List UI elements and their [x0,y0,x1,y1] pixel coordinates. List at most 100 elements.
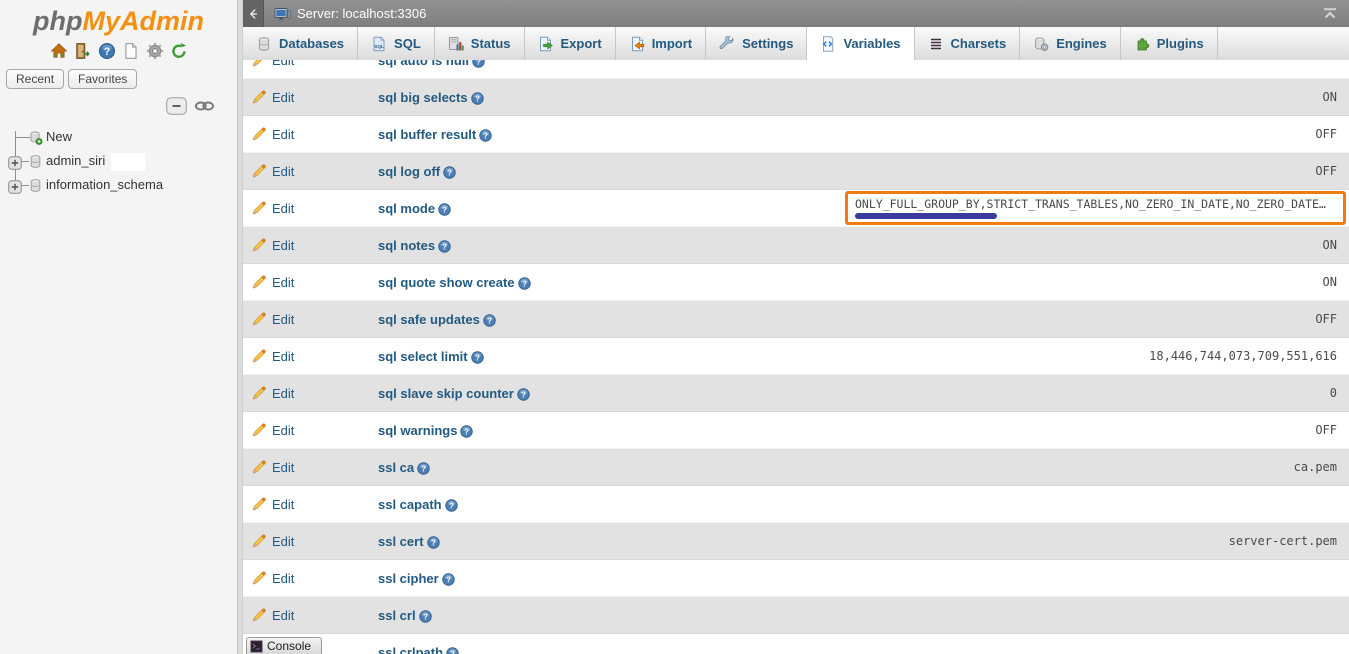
docs-icon[interactable] [122,42,140,60]
tab-plugins[interactable]: Plugins [1121,27,1218,60]
edit-label: Edit [272,201,294,216]
main-panel: Server: localhost:3306 Databases SQL SQL… [243,0,1349,654]
recent-button[interactable]: Recent [6,69,64,89]
edit-link[interactable]: Edit [243,570,378,586]
variable-name: sql select limit [378,349,468,364]
variable-value-cell: ONLY_FULL_GROUP_BY,STRICT_TRANS_TABLES,N… [845,191,1346,225]
wrench-icon [719,36,735,52]
edit-link[interactable]: Edit [243,422,378,438]
pencil-icon [251,385,267,401]
variable-value: ONLY_FULL_GROUP_BY,STRICT_TRANS_TABLES,N… [855,197,1341,211]
edit-link[interactable]: Edit [243,89,378,105]
tab-import[interactable]: Import [616,27,706,60]
edit-link[interactable]: Edit [243,126,378,142]
tab-label: Import [652,36,692,51]
help-badge-icon[interactable]: ? [419,610,432,623]
edit-link[interactable]: Edit [243,496,378,512]
variable-name-cell: sql buffer result ? [378,127,845,142]
variable-name-cell: sql log off ? [378,164,845,179]
logout-icon[interactable] [74,42,92,60]
edit-link[interactable]: Edit [243,385,378,401]
edit-link[interactable]: Edit [243,163,378,179]
variable-name: ssl capath [378,497,442,512]
edit-link[interactable]: Edit [243,60,378,68]
help-icon[interactable]: ? [98,42,116,60]
variable-name-cell: sql notes ? [378,238,845,253]
help-badge-icon[interactable]: ? [472,60,485,68]
edit-label: Edit [272,571,294,586]
help-badge-icon[interactable]: ? [427,536,440,549]
help-badge-icon[interactable]: ? [442,573,455,586]
tree-item-new[interactable]: New [0,125,237,149]
tree-item-information-schema[interactable]: information_schema [0,173,237,197]
plus-box-icon[interactable] [8,178,22,192]
help-badge-icon[interactable]: ? [518,277,531,290]
back-arrow-icon [246,7,260,21]
tab-label: SQL [394,36,421,51]
phpmyadmin-logo[interactable]: phpMyAdmin [0,0,237,37]
variable-row: Edit sql warnings ? OFF [243,412,1349,449]
help-badge-icon[interactable]: ? [517,388,530,401]
help-badge-icon[interactable]: ? [460,425,473,438]
pencil-icon [251,60,267,68]
selection-marker [855,213,997,219]
variable-row: Edit sql auto is null ? [243,60,1349,79]
collapse-navigation-button[interactable] [243,0,264,27]
link-with-main-panel-icon[interactable] [194,97,215,115]
variable-name: sql buffer result [378,127,476,142]
edit-link[interactable]: Edit [243,348,378,364]
help-badge-icon[interactable]: ? [445,499,458,512]
help-badge-icon[interactable]: ? [483,314,496,327]
svg-text:?: ? [442,242,447,251]
sidebar: phpMyAdmin ? Recent Favorites [0,0,237,654]
tree-item-admin-siri[interactable]: admin_siri [0,149,237,173]
variable-row: Edit sql log off ? OFF [243,153,1349,190]
refresh-icon[interactable] [170,42,188,60]
console-icon [250,640,263,653]
help-badge-icon[interactable]: ? [438,203,451,216]
tab-sql[interactable]: SQL SQL [358,27,435,60]
help-badge-icon[interactable]: ? [471,92,484,105]
edit-label: Edit [272,312,294,327]
export-icon [538,36,554,52]
server-breadcrumb[interactable]: Server: localhost:3306 [297,6,426,21]
variable-name-cell: sql mode ? [378,201,845,216]
variable-value: 18,446,744,073,709,551,616 [1149,349,1337,363]
help-badge-icon[interactable]: ? [438,240,451,253]
help-badge-icon[interactable]: ? [479,129,492,142]
plus-box-icon[interactable] [8,154,22,168]
svg-text:?: ? [421,464,426,473]
edit-link[interactable]: Edit [243,459,378,475]
edit-link[interactable]: Edit [243,533,378,549]
tab-databases[interactable]: Databases [243,27,358,60]
charsets-icon [928,36,944,52]
console-button[interactable]: Console [246,637,322,654]
help-badge-icon[interactable]: ? [443,166,456,179]
tree-item-label: admin_siri [46,153,105,168]
help-badge-icon[interactable]: ? [417,462,430,475]
favorites-button[interactable]: Favorites [68,69,137,89]
scroll-top-icon[interactable] [1321,7,1339,20]
settings-icon[interactable] [146,42,164,60]
engines-icon [1033,36,1049,52]
collapse-all-icon[interactable] [166,97,187,115]
svg-text:?: ? [450,649,455,654]
home-icon[interactable] [50,42,68,60]
edit-link[interactable]: Edit [243,200,378,216]
edit-link[interactable]: Edit [243,237,378,253]
pencil-icon [251,163,267,179]
tab-export[interactable]: Export [525,27,616,60]
help-badge-icon[interactable]: ? [471,351,484,364]
tab-status[interactable]: Status [435,27,525,60]
tab-variables[interactable]: Variables [807,27,914,60]
help-badge-icon[interactable]: ? [446,647,459,654]
logo-text-myadmin: MyAdmin [82,6,204,36]
variable-value: OFF [1315,164,1337,178]
variable-name: ssl cert [378,534,424,549]
edit-link[interactable]: Edit [243,311,378,327]
tab-charsets[interactable]: Charsets [915,27,1021,60]
tab-settings[interactable]: Settings [706,27,807,60]
edit-link[interactable]: Edit [243,607,378,623]
edit-link[interactable]: Edit [243,274,378,290]
tab-engines[interactable]: Engines [1020,27,1121,60]
